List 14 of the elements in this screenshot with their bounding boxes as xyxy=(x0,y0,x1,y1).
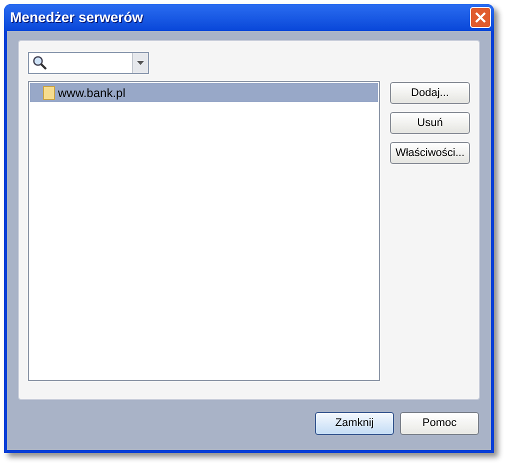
side-button[interactable]: Właściwości... xyxy=(390,142,470,164)
close-button[interactable] xyxy=(470,7,491,28)
server-item[interactable]: www.bank.pl xyxy=(30,83,378,102)
caret-icon xyxy=(137,61,144,65)
close-icon xyxy=(475,12,486,23)
dialog-button[interactable]: Zamknij xyxy=(315,412,394,435)
window-title: Menedżer serwerów xyxy=(9,8,144,27)
dropdown-button[interactable] xyxy=(132,53,148,73)
search-icon xyxy=(32,55,48,71)
side-button[interactable]: Usuń xyxy=(390,112,470,134)
dialog-button[interactable]: Pomoc xyxy=(400,412,479,435)
search-field[interactable] xyxy=(28,52,149,74)
folder-icon xyxy=(43,86,55,100)
side-button[interactable]: Dodaj... xyxy=(390,82,470,104)
